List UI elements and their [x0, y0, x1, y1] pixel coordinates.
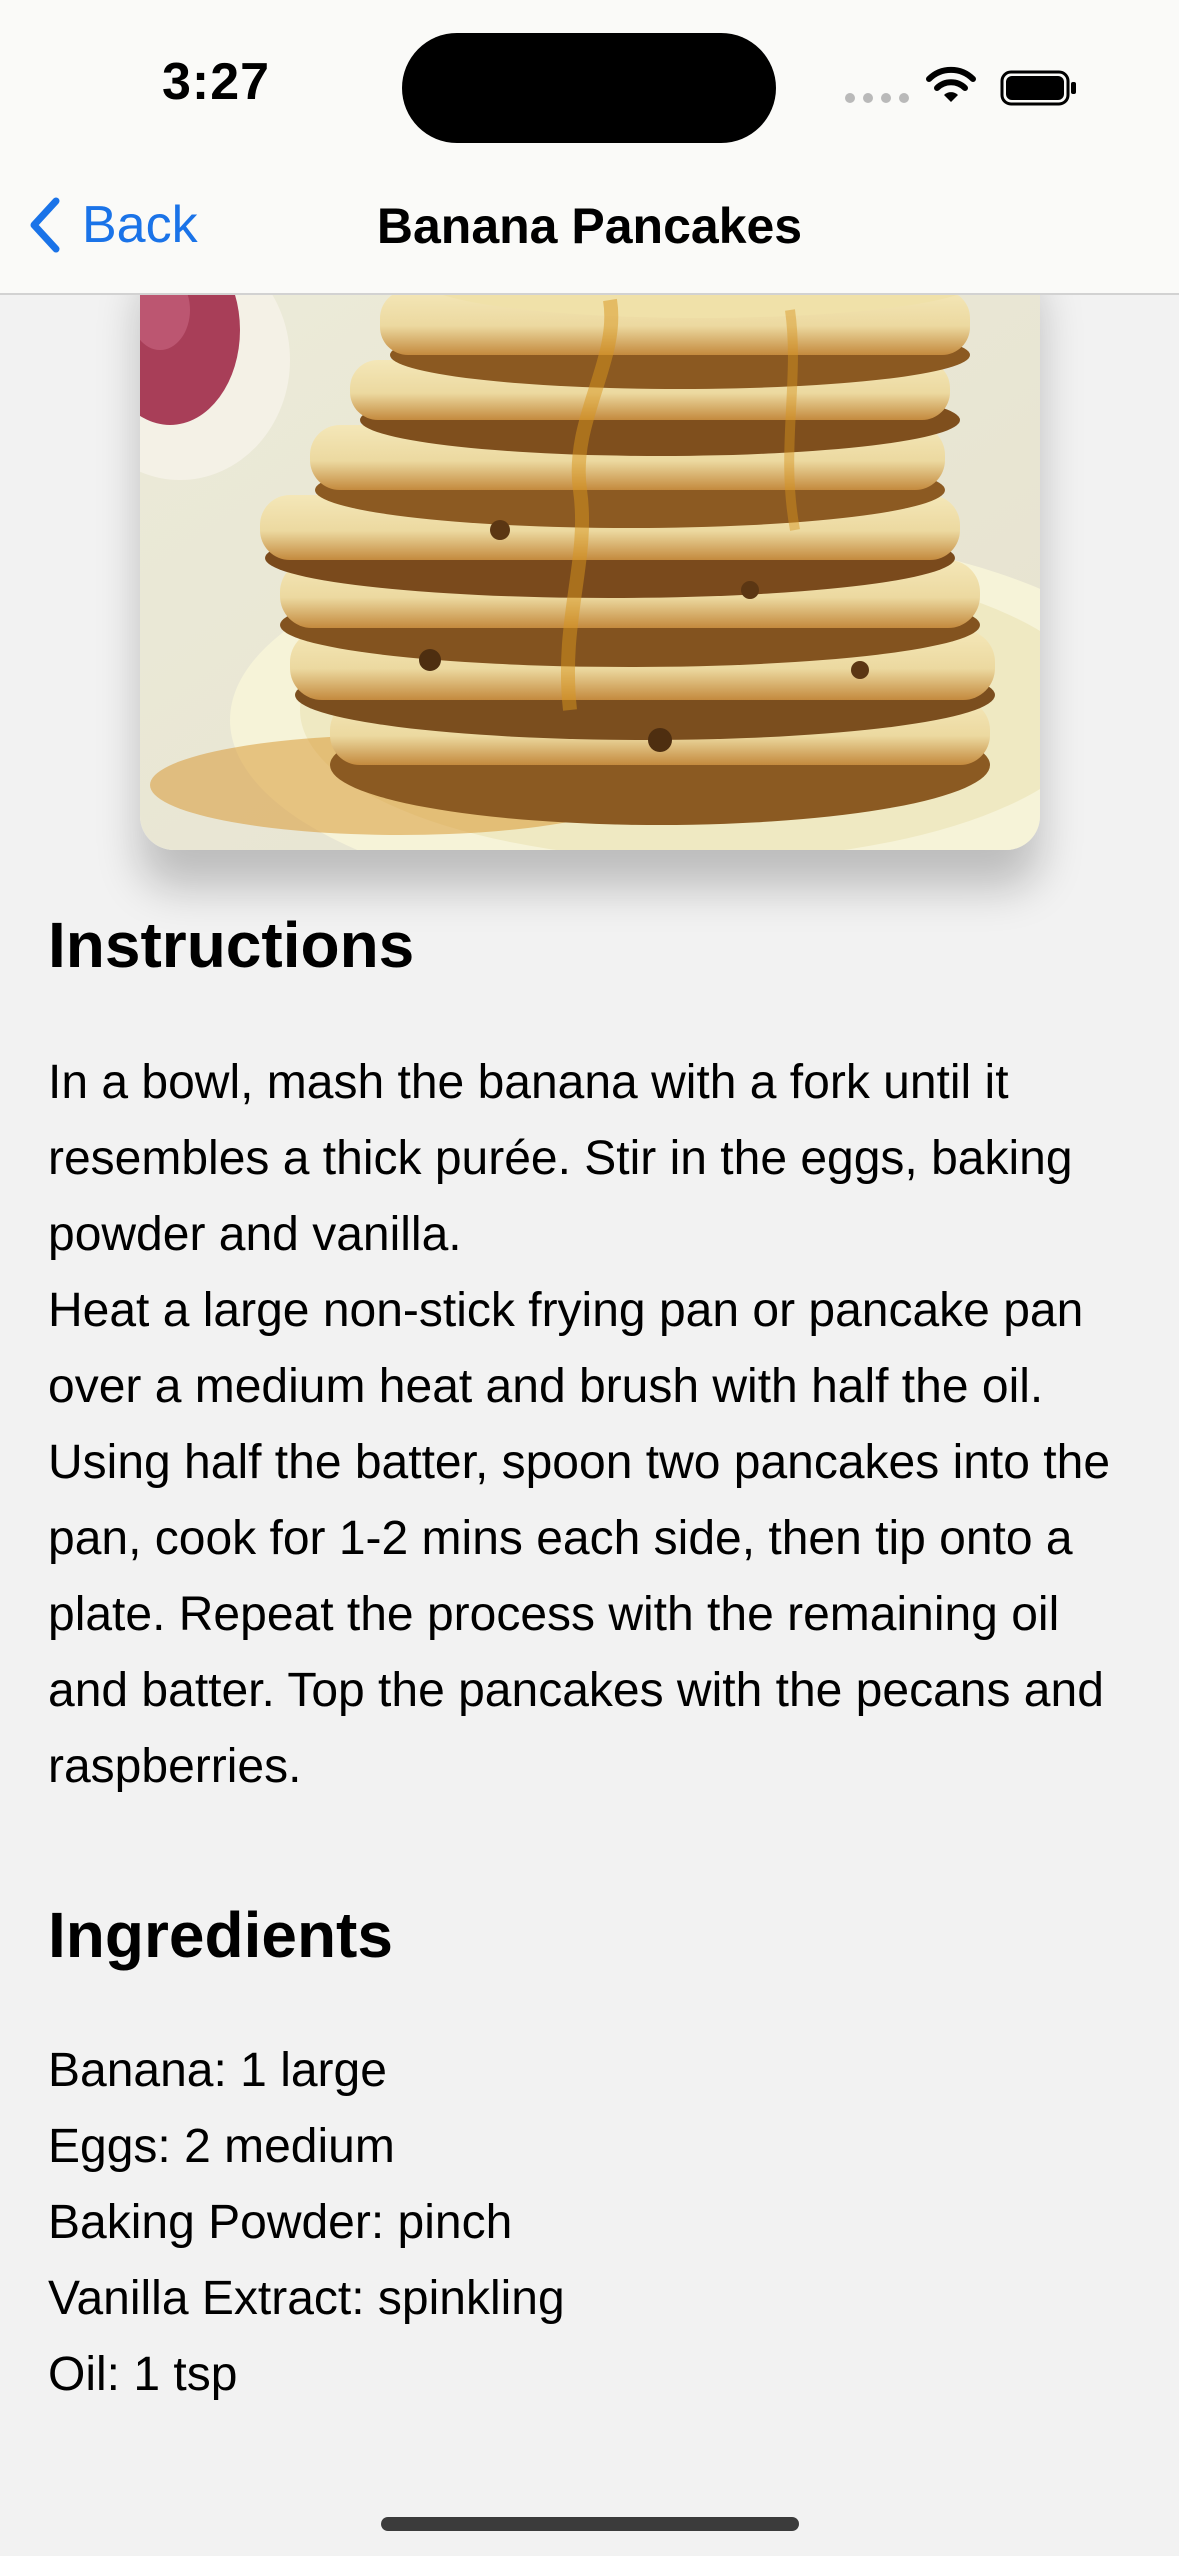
battery-icon	[1000, 70, 1076, 106]
ingredient-item: Eggs: 2 medium	[48, 2120, 395, 2173]
cellular-signal-icon	[845, 93, 909, 103]
ingredient-item: Banana: 1 large	[48, 2044, 387, 2097]
ingredient-item: Vanilla Extract: spinkling	[48, 2272, 565, 2325]
instructions-heading: Instructions	[48, 909, 415, 981]
ingredients-heading: Ingredients	[48, 1899, 393, 1971]
ingredient-item: Baking Powder: pinch	[48, 2196, 513, 2249]
instruction-paragraph: Heat a large non-stick frying pan or pan…	[48, 1284, 1111, 1793]
navigation-header: 3:27 Back Banana Pancakes	[0, 0, 1179, 295]
status-time: 3:27	[162, 53, 271, 111]
instruction-paragraph: In a bowl, mash the banana with a fork u…	[48, 1056, 1073, 1261]
instructions-text: In a bowl, mash the banana with a fork u…	[48, 1045, 1148, 1805]
dynamic-island	[402, 33, 776, 143]
ingredients-list: Banana: 1 large Eggs: 2 medium Baking Po…	[48, 2033, 565, 2413]
pancake-stack-image	[140, 240, 1040, 850]
page-title: Banana Pancakes	[376, 198, 803, 254]
home-indicator[interactable]	[381, 2517, 799, 2531]
recipe-detail-screen: 3:27 Back Banana Pancakes Instructions I…	[0, 0, 1179, 2556]
wifi-icon	[926, 66, 976, 102]
ingredient-item: Oil: 1 tsp	[48, 2348, 238, 2401]
recipe-photo	[140, 240, 1040, 850]
